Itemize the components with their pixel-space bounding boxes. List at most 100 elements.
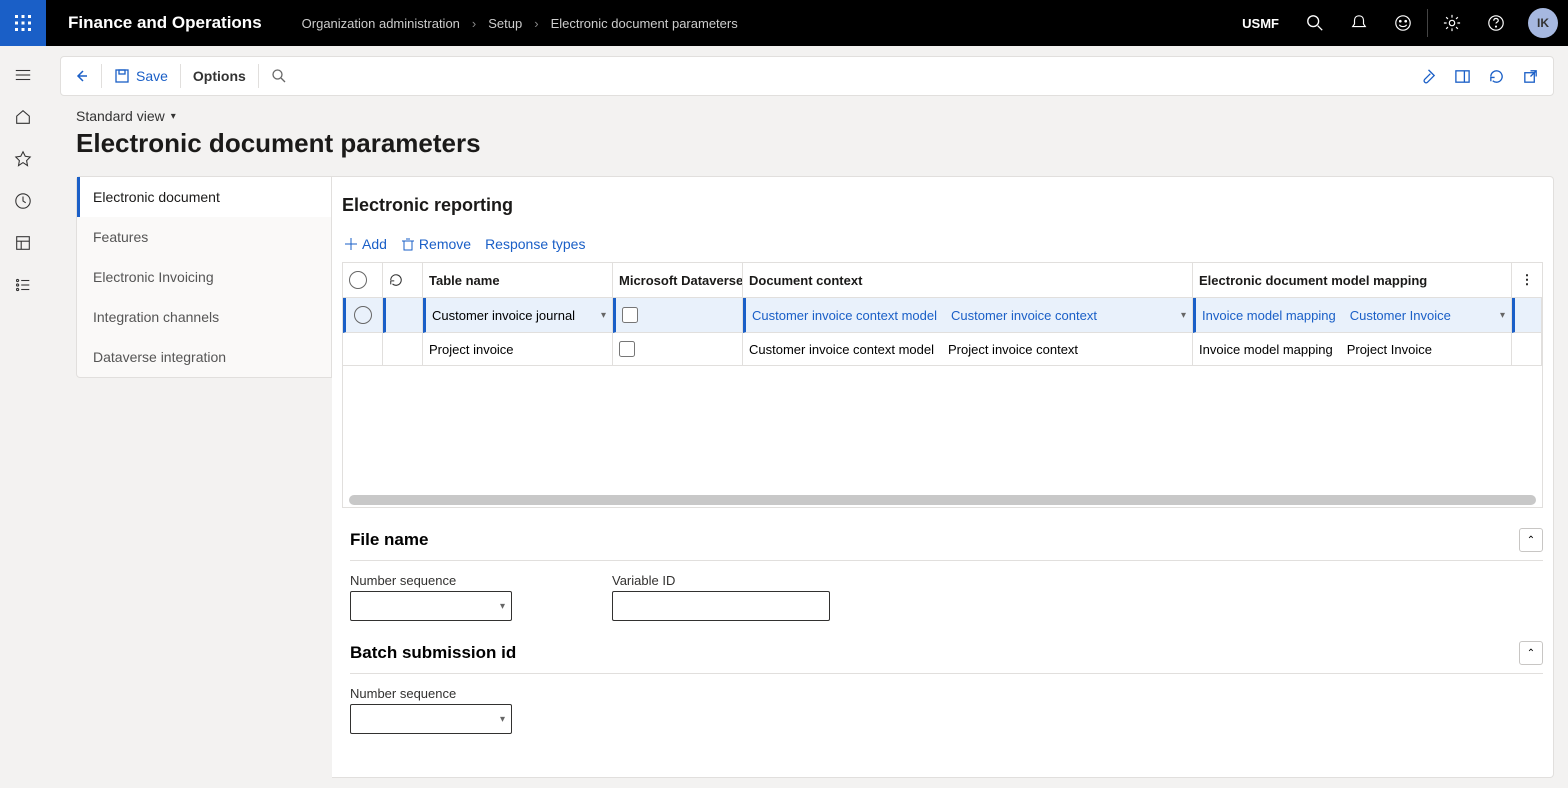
left-rail (0, 46, 46, 788)
settings-button[interactable] (1430, 0, 1474, 46)
dataverse-checkbox[interactable] (619, 341, 635, 357)
trash-icon (401, 237, 415, 251)
chevron-right-icon: › (534, 16, 538, 31)
number-sequence-field: Number sequence ▾ (350, 573, 512, 621)
attachments-button[interactable] (1411, 60, 1445, 92)
cell-model-mapping[interactable]: Invoice model mappingProject Invoice (1193, 333, 1512, 366)
page-header: Standard view▾ Electronic document param… (76, 108, 481, 159)
workspaces-button[interactable] (0, 222, 46, 264)
avatar[interactable]: IK (1528, 8, 1558, 38)
help-icon (1487, 14, 1505, 32)
chevron-down-icon: ▾ (1500, 310, 1505, 321)
options-button[interactable]: Options (181, 57, 258, 95)
chevron-right-icon: › (472, 16, 476, 31)
action-bar: Save Options (60, 56, 1554, 96)
collapse-button[interactable]: ⌃ (1519, 641, 1543, 665)
app-launcher-button[interactable] (0, 0, 46, 46)
breadcrumb-item[interactable]: Organization administration (302, 16, 460, 31)
cell-document-context[interactable]: Customer invoice context modelCustomer i… (743, 298, 1193, 333)
attachment-icon (1420, 68, 1437, 85)
back-button[interactable] (61, 57, 101, 95)
cell-dataverse[interactable] (613, 298, 743, 333)
refresh-button[interactable] (1479, 60, 1513, 92)
search-button[interactable] (1293, 0, 1337, 46)
save-icon (114, 68, 130, 84)
grid-menu-button[interactable]: ⋮ (1512, 263, 1542, 298)
row-selector[interactable] (343, 298, 383, 333)
col-document-context[interactable]: Document context (743, 263, 1193, 298)
batch-number-sequence-select[interactable]: ▾ (350, 704, 512, 734)
search-icon (271, 68, 287, 84)
favorites-button[interactable] (0, 138, 46, 180)
response-types-button[interactable]: Response types (485, 236, 585, 252)
popout-icon (1522, 68, 1539, 85)
number-sequence-select[interactable]: ▾ (350, 591, 512, 621)
company-picker[interactable]: USMF (1228, 16, 1293, 31)
vnav-item-electronic-document[interactable]: Electronic document (77, 177, 331, 217)
page-title: Electronic document parameters (76, 128, 481, 159)
vnav-item-electronic-invoicing[interactable]: Electronic Invoicing (77, 257, 331, 297)
popout-button[interactable] (1513, 60, 1547, 92)
nav-toggle-button[interactable] (0, 54, 46, 96)
col-table-name[interactable]: Table name (423, 263, 613, 298)
vnav-item-features[interactable]: Features (77, 217, 331, 257)
refresh-icon (1488, 68, 1505, 85)
row-marker (383, 333, 423, 366)
clock-icon (14, 192, 32, 210)
cell-dataverse[interactable] (613, 333, 743, 366)
horizontal-scrollbar[interactable] (349, 495, 1536, 505)
plus-icon (344, 237, 358, 251)
col-dataverse[interactable]: Microsoft Dataverse ... (613, 263, 743, 298)
collapse-button[interactable]: ⌃ (1519, 528, 1543, 552)
recent-button[interactable] (0, 180, 46, 222)
chevron-down-icon: ▾ (601, 310, 606, 321)
header-right: USMF IK (1228, 0, 1568, 46)
section-title: Electronic reporting (332, 195, 1553, 230)
select-all-header[interactable] (343, 263, 383, 298)
grid: Table name Microsoft Dataverse ... Docum… (342, 262, 1543, 508)
feedback-button[interactable] (1381, 0, 1425, 46)
chevron-down-icon: ▾ (500, 601, 505, 612)
vnav-item-dataverse-integration[interactable]: Dataverse integration (77, 337, 331, 377)
content-panel: Electronic reporting Add Remove Response… (332, 176, 1554, 778)
variable-id-input[interactable] (612, 591, 830, 621)
dataverse-checkbox[interactable] (622, 307, 638, 323)
save-button[interactable]: Save (102, 57, 180, 95)
variable-id-label: Variable ID (612, 573, 830, 588)
breadcrumb-item[interactable]: Electronic document parameters (551, 16, 738, 31)
file-name-heading: File name (350, 530, 428, 550)
view-selector[interactable]: Standard view▾ (76, 108, 481, 124)
row-selector[interactable] (343, 333, 383, 366)
chevron-down-icon: ▾ (500, 714, 505, 725)
top-header: Finance and Operations Organization admi… (0, 0, 1568, 46)
chevron-up-icon: ⌃ (1527, 535, 1535, 546)
breadcrumb-item[interactable]: Setup (488, 16, 522, 31)
batch-number-sequence-field: Number sequence ▾ (350, 686, 512, 734)
arrow-left-icon (73, 68, 89, 84)
actionbar-search-button[interactable] (259, 57, 299, 95)
vertical-nav: Electronic document Features Electronic … (76, 176, 332, 378)
batch-submission-section: Batch submission id ⌃ Number sequence ▾ (350, 641, 1543, 734)
grid-toolbar: Add Remove Response types (332, 230, 1553, 262)
app-title: Finance and Operations (46, 13, 284, 33)
remove-button[interactable]: Remove (401, 236, 471, 252)
number-sequence-label: Number sequence (350, 573, 512, 588)
notifications-button[interactable] (1337, 0, 1381, 46)
cell-document-context[interactable]: Customer invoice context modelProject in… (743, 333, 1193, 366)
modules-button[interactable] (0, 264, 46, 306)
home-button[interactable] (0, 96, 46, 138)
vnav-item-integration-channels[interactable]: Integration channels (77, 297, 331, 337)
file-name-section: File name ⌃ Number sequence ▾ Variable I… (350, 528, 1543, 621)
side-panel-button[interactable] (1445, 60, 1479, 92)
cell-model-mapping[interactable]: Invoice model mappingCustomer Invoice▾ (1193, 298, 1512, 333)
help-button[interactable] (1474, 0, 1518, 46)
col-model-mapping[interactable]: Electronic document model mapping (1193, 263, 1512, 298)
variable-id-field: Variable ID (612, 573, 830, 621)
chevron-down-icon: ▾ (171, 111, 176, 122)
add-button[interactable]: Add (344, 236, 387, 252)
bell-icon (1350, 14, 1368, 32)
hamburger-icon (14, 66, 32, 84)
cell-table-name[interactable]: Customer invoice journal▾ (423, 298, 613, 333)
refresh-header[interactable] (383, 263, 423, 298)
cell-table-name[interactable]: Project invoice (423, 333, 613, 366)
